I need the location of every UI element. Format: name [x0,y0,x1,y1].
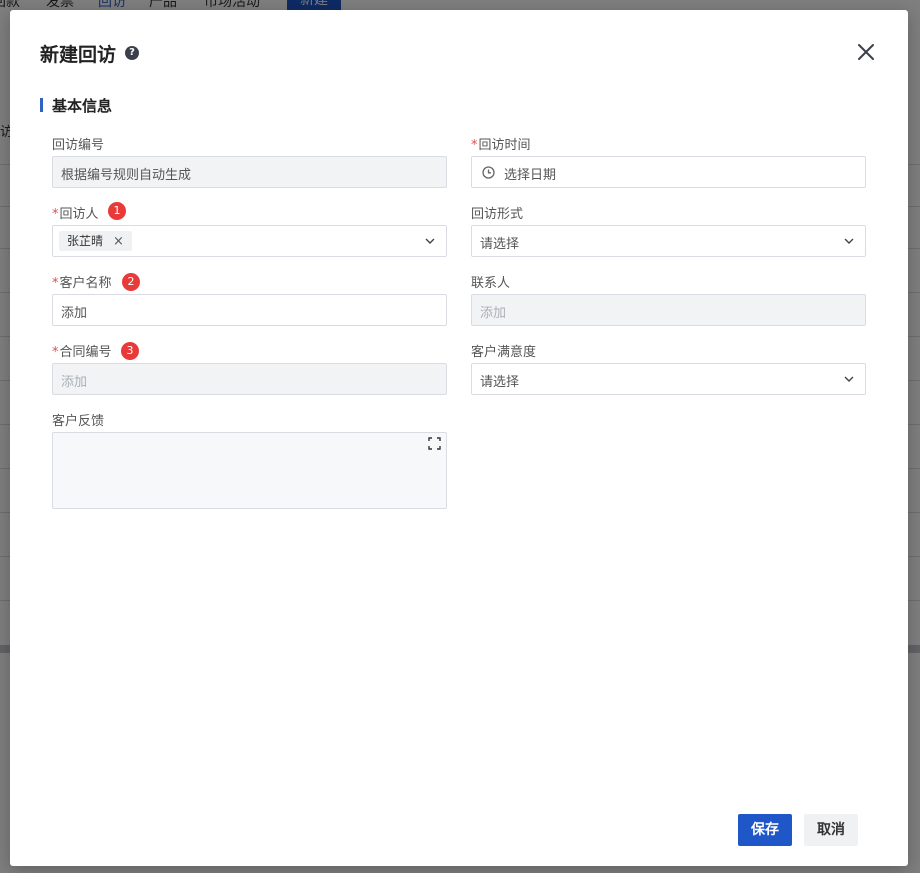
required-mark: * [52,207,59,222]
save-button[interactable]: 保存 [738,814,792,846]
visitor-label: *回访人 [52,207,99,222]
step-badge-2: 2 [122,273,140,291]
visit-form-placeholder: 请选择 [480,237,520,252]
new-visit-dialog: 新建回访 ? 基本信息 回访编号 根据编号规则自动生成 *回访时间 选择日期 *… [10,10,908,866]
visit-time-picker[interactable]: 选择日期 [471,156,866,188]
customer-name-label: *客户名称 [52,276,112,291]
customer-name-input[interactable]: 添加 [52,294,447,326]
visit-time-label: *回访时间 [471,138,531,153]
satisfaction-label: 客户满意度 [471,345,537,360]
required-mark: * [471,138,478,153]
clock-icon [482,166,495,179]
chevron-down-icon [844,376,854,382]
close-icon[interactable] [854,40,878,64]
satisfaction-placeholder: 请选择 [480,375,520,390]
visit-time-placeholder: 选择日期 [504,168,557,183]
visit-number-field: 根据编号规则自动生成 [52,156,447,188]
help-icon[interactable]: ? [125,46,139,60]
chevron-down-icon [425,238,435,244]
visit-form-label: 回访形式 [471,207,524,222]
contract-number-placeholder: 添加 [61,375,88,390]
visit-number-label: 回访编号 [52,138,105,153]
tag-remove-icon[interactable]: × [113,234,124,249]
section-title: 基本信息 [52,97,113,115]
visit-form-select[interactable]: 请选择 [471,225,866,257]
visitor-select[interactable]: 张芷晴 × [52,225,447,257]
step-badge-1: 1 [108,202,126,220]
expand-icon[interactable] [428,437,441,450]
contact-field: 添加 [471,294,866,326]
required-mark: * [52,345,59,360]
cancel-button[interactable]: 取消 [804,814,858,846]
contact-label: 联系人 [471,276,511,291]
contract-number-label: *合同编号 [52,345,112,360]
selected-user-tag: 张芷晴 × [59,231,132,251]
feedback-textarea[interactable] [52,432,447,509]
step-badge-3: 3 [121,342,139,360]
contract-number-field: 添加 [52,363,447,395]
feedback-label: 客户反馈 [52,414,105,429]
satisfaction-select[interactable]: 请选择 [471,363,866,395]
visit-number-placeholder: 根据编号规则自动生成 [61,168,192,183]
dialog-title: 新建回访 [40,44,117,66]
required-mark: * [52,276,59,291]
customer-name-placeholder: 添加 [61,306,88,321]
chevron-down-icon [844,238,854,244]
section-accent-bar [40,98,43,112]
contact-placeholder: 添加 [480,306,507,321]
